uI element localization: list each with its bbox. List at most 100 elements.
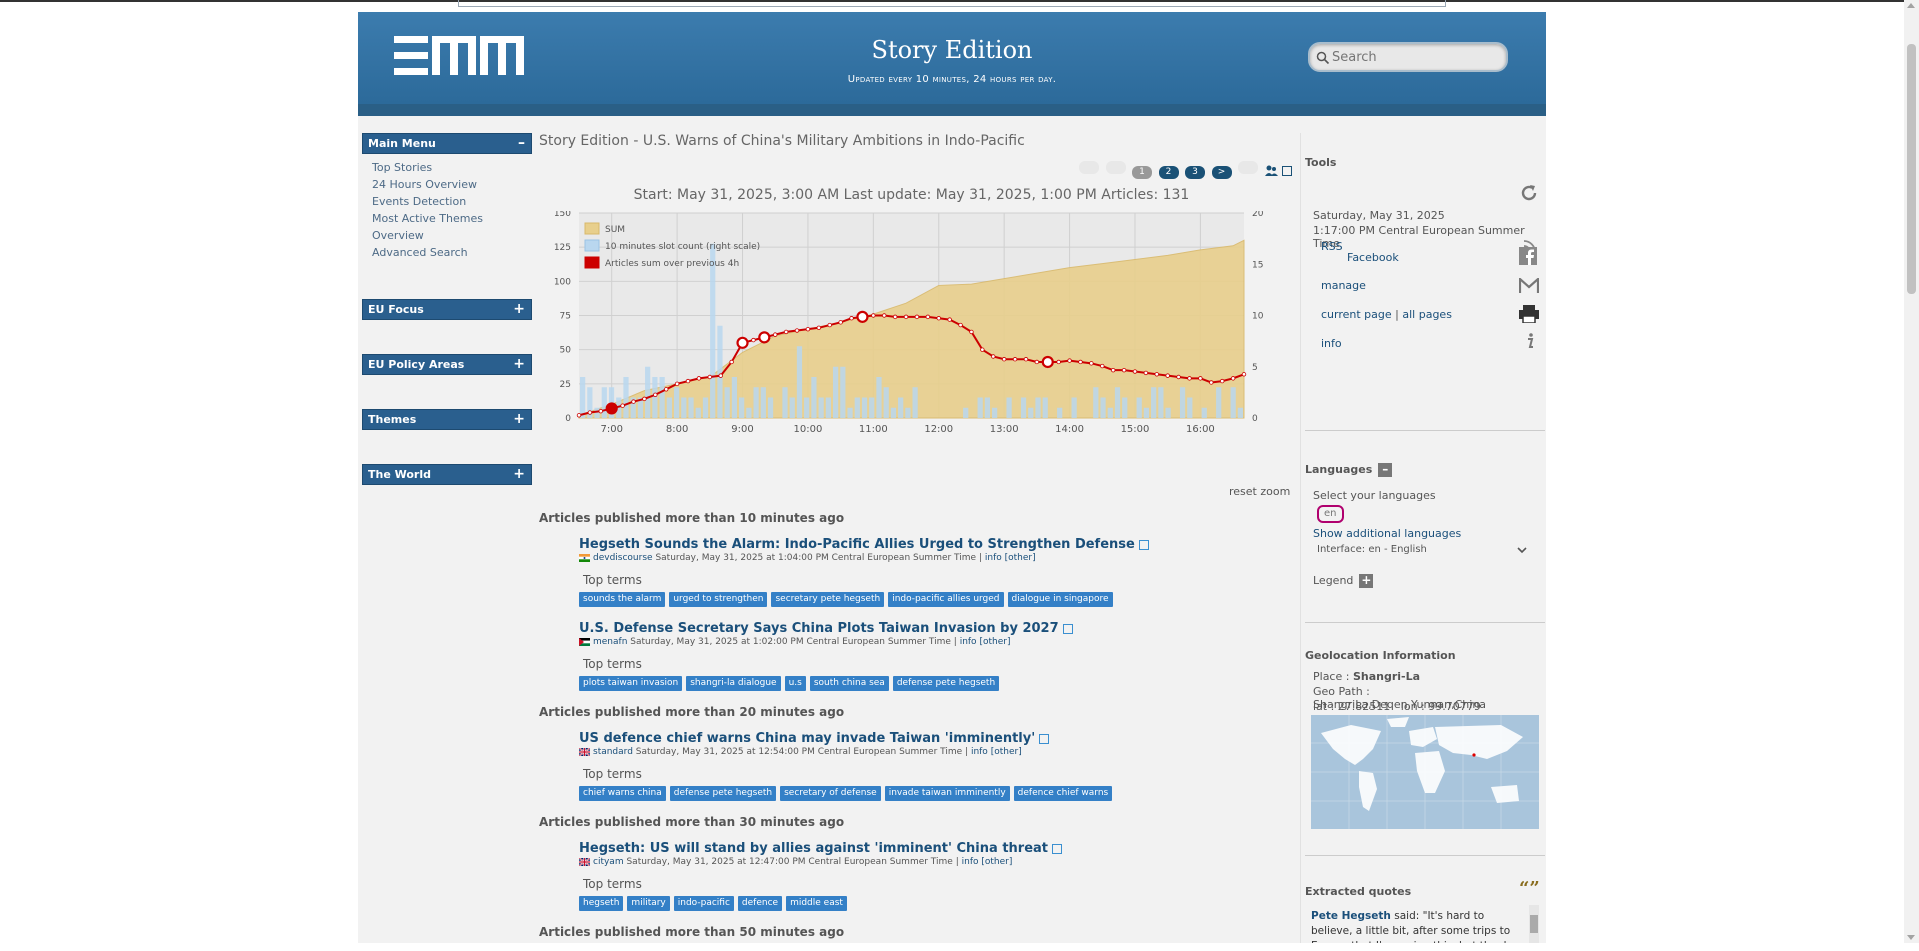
info-link[interactable]: info — [1321, 337, 1342, 350]
current-page-link[interactable]: current page — [1321, 308, 1392, 321]
term-tag[interactable]: south china sea — [809, 676, 889, 691]
next-page-button[interactable]: > — [1211, 166, 1232, 179]
y-left-tick-label: 0 — [565, 414, 571, 424]
external-link-icon[interactable] — [1138, 539, 1149, 550]
article-source-link[interactable]: cityam — [593, 857, 624, 867]
show-additional-languages-link[interactable]: Show additional languages — [1313, 527, 1461, 540]
facebook-link[interactable]: Facebook — [1347, 251, 1399, 264]
menu-item-top-stories[interactable]: Top Stories — [372, 161, 532, 178]
manage-link[interactable]: manage — [1321, 279, 1366, 292]
article-source-link[interactable]: devdiscourse — [593, 553, 653, 563]
eu-focus-menu: EU Focus + — [362, 299, 532, 320]
line-point — [1230, 376, 1236, 381]
menu-item-overview[interactable]: Overview — [372, 229, 532, 246]
article-source-link[interactable]: standard — [593, 747, 633, 757]
article-info-link[interactable]: info — [962, 857, 979, 867]
mail-icon[interactable] — [1519, 278, 1539, 294]
scroll-up-arrow[interactable] — [1907, 3, 1915, 8]
main-menu-header[interactable]: Main Menu – — [362, 133, 532, 154]
menu-item-advanced-search[interactable]: Advanced Search — [372, 246, 532, 263]
people-icon[interactable] — [1264, 165, 1279, 177]
expand-icon[interactable]: + — [513, 302, 525, 316]
y-right-tick-label: 15 — [1252, 260, 1263, 270]
the-world-header[interactable]: The World + — [362, 464, 532, 485]
pager-placeholder — [1079, 161, 1099, 174]
menu-item-24-hours-overview[interactable]: 24 Hours Overview — [372, 178, 532, 195]
print-icon[interactable] — [1519, 305, 1539, 323]
article-source-link[interactable]: menafn — [593, 637, 627, 647]
article-title-link[interactable]: U.S. Defense Secretary Says China Plots … — [579, 621, 1059, 636]
term-tag[interactable]: defence — [737, 896, 783, 911]
term-tag[interactable]: hegseth — [579, 896, 624, 911]
page-2-button[interactable]: 2 — [1158, 166, 1179, 179]
term-tag[interactable]: defense pete hegseth — [892, 676, 1000, 691]
expand-icon[interactable]: + — [1359, 574, 1374, 588]
menu-item-most-active-themes[interactable]: Most Active Themes — [372, 212, 532, 229]
article-other-link[interactable]: [other] — [981, 857, 1012, 867]
external-link-icon[interactable] — [1039, 733, 1050, 744]
interface-language-select[interactable]: Interface: en - English — [1317, 544, 1527, 555]
term-tag[interactable]: invade taiwan imminently — [884, 786, 1010, 801]
refresh-icon[interactable] — [1519, 183, 1539, 203]
article-item: U.S. Defense Secretary Says China Plots … — [579, 621, 1299, 693]
article-title-link[interactable]: Hegseth Sounds the Alarm: Indo-Pacific A… — [579, 537, 1135, 552]
eu-policy-areas-header[interactable]: EU Policy Areas + — [362, 354, 532, 375]
scroll-down-arrow[interactable] — [1907, 935, 1915, 940]
term-tag[interactable]: indo-pacific allies urged — [888, 592, 1004, 607]
expand-icon[interactable]: + — [513, 467, 525, 481]
article-other-link[interactable]: [other] — [991, 747, 1022, 757]
term-tag[interactable]: middle east — [786, 896, 847, 911]
article-other-link[interactable]: [other] — [1005, 553, 1036, 563]
scrollbar-thumb[interactable] — [1907, 44, 1916, 294]
info-icon[interactable] — [1525, 333, 1535, 349]
search-input[interactable] — [1330, 49, 1500, 66]
quote-scrollbar-thumb[interactable] — [1530, 915, 1538, 933]
quote-speaker[interactable]: Pete Hegseth — [1311, 910, 1391, 922]
search-box[interactable] — [1308, 42, 1508, 72]
term-tag[interactable]: secretary of defense — [780, 786, 881, 801]
term-tag[interactable]: u.s — [784, 676, 806, 691]
language-badge-en[interactable]: en — [1317, 505, 1344, 523]
external-link-icon[interactable] — [1052, 843, 1062, 854]
article-title-link[interactable]: US defence chief warns China may invade … — [579, 731, 1035, 746]
term-tag[interactable]: dialogue in singapore — [1007, 592, 1113, 607]
themes-header[interactable]: Themes + — [362, 409, 532, 430]
menu-item-events-detection[interactable]: Events Detection — [372, 195, 532, 212]
rss-link[interactable]: RSS — [1321, 240, 1343, 253]
slot-count-bar — [1071, 397, 1077, 418]
page-scrollbar[interactable] — [1904, 0, 1919, 943]
article-title-link[interactable]: Hegseth: US will stand by allies against… — [579, 841, 1048, 856]
quote-scrollbar[interactable] — [1529, 905, 1539, 943]
article-other-link[interactable]: [other] — [979, 637, 1010, 647]
term-tag[interactable]: chief warns china — [579, 786, 666, 801]
facebook-icon[interactable] — [1519, 247, 1537, 265]
article-info-link[interactable]: info — [960, 637, 977, 647]
world-map[interactable] — [1311, 715, 1539, 829]
external-link-icon[interactable] — [1062, 623, 1073, 634]
top-terms-label: Top terms — [583, 657, 642, 671]
articles-chart[interactable]: 0 25 50 75 100 125 150 0 5 10 15 20 7:00 8:00 9:00 10:0… — [539, 211, 1284, 456]
term-tag[interactable]: defense pete hegseth — [669, 786, 777, 801]
expand-icon[interactable]: + — [513, 357, 525, 371]
term-tag[interactable]: plots taiwan invasion — [579, 676, 683, 691]
reset-zoom-button[interactable]: reset zoom — [1229, 485, 1290, 498]
term-tag[interactable]: sounds the alarm — [579, 592, 666, 607]
term-tag[interactable]: indo-pacific — [673, 896, 734, 911]
term-tag[interactable]: military — [627, 896, 670, 911]
all-pages-link[interactable]: all pages — [1402, 308, 1452, 321]
article-info-link[interactable]: info — [985, 553, 1002, 563]
search-icon — [1316, 51, 1330, 65]
page-1-button[interactable]: 1 — [1132, 166, 1152, 179]
page-3-button[interactable]: 3 — [1185, 166, 1205, 179]
term-tags: hegseth military indo-pacific defence middle… — [579, 895, 1299, 913]
collapse-icon[interactable]: – — [518, 136, 525, 150]
term-tag[interactable]: defence chief warns — [1013, 786, 1113, 801]
eu-focus-header[interactable]: EU Focus + — [362, 299, 532, 320]
select-checkbox[interactable] — [1282, 166, 1292, 176]
article-info-link[interactable]: info — [971, 747, 988, 757]
collapse-icon[interactable]: – — [1378, 463, 1393, 477]
term-tag[interactable]: secretary pete hegseth — [771, 592, 885, 607]
term-tag[interactable]: urged to strengthen — [669, 592, 768, 607]
expand-icon[interactable]: + — [513, 412, 525, 426]
term-tag[interactable]: shangri-la dialogue — [686, 676, 781, 691]
